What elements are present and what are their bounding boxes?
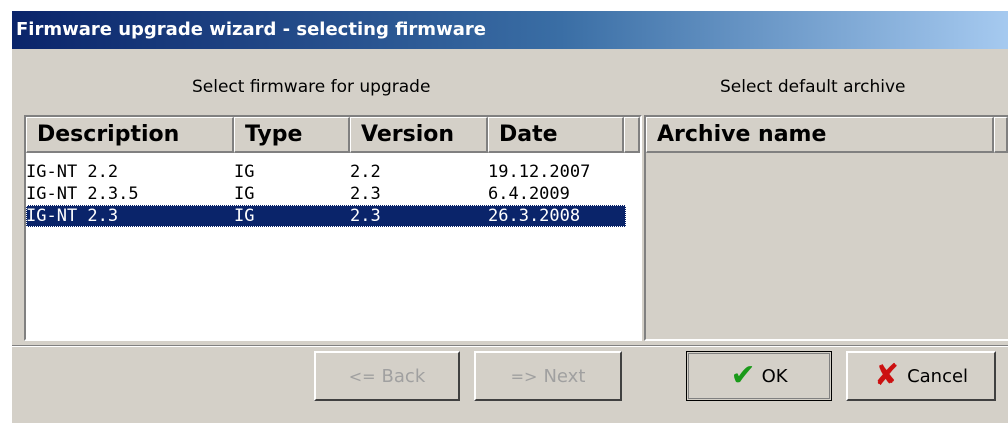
- cell-description: IG-NT 2.2: [26, 162, 119, 182]
- ok-button-label: OK: [761, 365, 788, 387]
- cancel-button-label: Cancel: [907, 365, 969, 387]
- table-row[interactable]: IG-NT 2.2 IG 2.2 19.12.2007: [26, 161, 640, 183]
- firmware-list-header: Description Type Version Date: [26, 117, 640, 153]
- cell-date: 6.4.2009: [488, 184, 570, 204]
- footer-separator: [12, 345, 1008, 347]
- cancel-button[interactable]: ✘ Cancel: [846, 351, 996, 401]
- checkmark-icon: ✔: [730, 358, 756, 393]
- archive-list-header: Archive name: [646, 117, 1008, 153]
- cell-type: IG: [234, 162, 255, 182]
- cell-version: 2.3: [350, 184, 381, 204]
- next-button-label: Next: [543, 365, 586, 387]
- firmware-upgrade-wizard-window: Firmware upgrade wizard - selecting firm…: [10, 10, 1008, 423]
- firmware-list[interactable]: Description Type Version Date IG-NT 2.2 …: [24, 115, 642, 341]
- column-header-filler: [624, 117, 640, 153]
- archive-list[interactable]: Archive name: [644, 115, 1008, 341]
- column-header-archive-name[interactable]: Archive name: [646, 117, 994, 153]
- cell-version: 2.3: [350, 206, 381, 226]
- back-button[interactable]: <= Back: [314, 351, 460, 401]
- cell-type: IG: [234, 184, 255, 204]
- firmware-rows: IG-NT 2.2 IG 2.2 19.12.2007 IG-NT 2.3.5 …: [26, 161, 640, 227]
- column-header-filler: [994, 117, 1008, 153]
- cell-date: 19.12.2007: [488, 162, 591, 182]
- cell-date: 26.3.2008: [488, 206, 581, 226]
- back-button-label: Back: [381, 365, 426, 387]
- cell-description: IG-NT 2.3.5: [26, 184, 139, 204]
- column-header-description[interactable]: Description: [26, 117, 234, 153]
- firmware-section-label: Select firmware for upgrade: [192, 77, 431, 97]
- column-header-version[interactable]: Version: [350, 117, 488, 153]
- cell-version: 2.2: [350, 162, 381, 182]
- cell-type: IG: [234, 206, 255, 226]
- column-header-date[interactable]: Date: [488, 117, 624, 153]
- x-mark-icon: ✘: [873, 358, 900, 393]
- table-row-selected[interactable]: IG-NT 2.3 IG 2.3 26.3.2008: [26, 205, 626, 227]
- cell-description: IG-NT 2.3: [26, 206, 119, 226]
- table-row[interactable]: IG-NT 2.3.5 IG 2.3 6.4.2009: [26, 183, 640, 205]
- column-header-type[interactable]: Type: [234, 117, 350, 153]
- right-arrow-icon: =>: [510, 366, 538, 386]
- archive-section-label: Select default archive: [720, 77, 906, 97]
- window-title: Firmware upgrade wizard - selecting firm…: [12, 11, 1008, 49]
- next-button[interactable]: => Next: [474, 351, 622, 401]
- left-arrow-icon: <=: [348, 366, 376, 386]
- ok-button[interactable]: ✔ OK: [686, 351, 832, 401]
